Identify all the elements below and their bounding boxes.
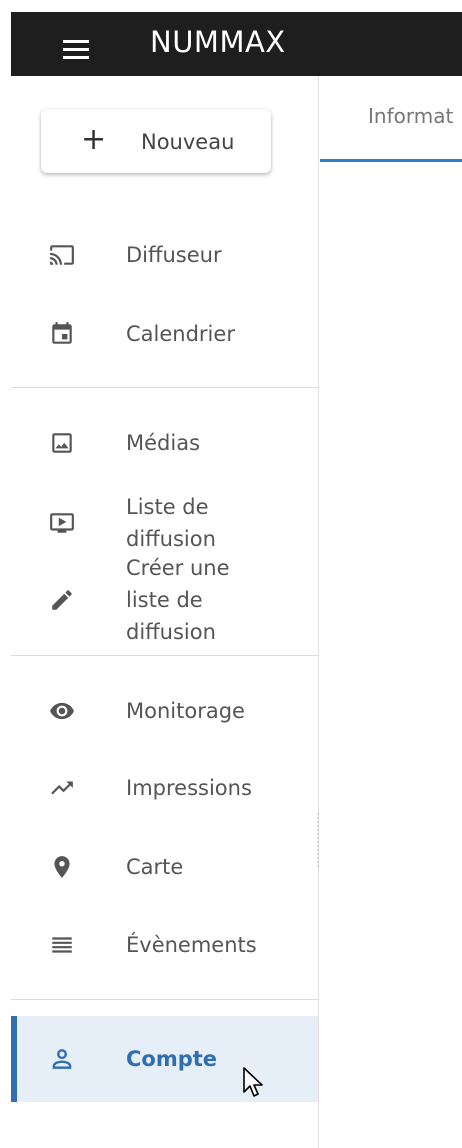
- image-icon: [49, 430, 75, 456]
- top-app-bar: NUMMAX: [11, 12, 462, 76]
- sidebar-item-calendrier[interactable]: Calendrier: [11, 304, 318, 364]
- eye-icon: [49, 698, 75, 724]
- sidebar-item-diffuseur[interactable]: Diffuseur: [11, 225, 318, 285]
- sidebar-item-label: Créer une liste de diffusion: [126, 556, 230, 644]
- sidebar-item-creer-liste[interactable]: Créer une liste de diffusion: [11, 550, 318, 650]
- active-indicator: [11, 1016, 17, 1102]
- sidebar-item-label: Compte: [126, 1047, 218, 1071]
- sidebar-item-label: Impressions: [126, 776, 252, 800]
- list-icon: [49, 932, 75, 958]
- new-button-label: Nouveau: [141, 130, 235, 154]
- trending-up-icon: [49, 775, 75, 801]
- resize-handle[interactable]: [316, 812, 320, 868]
- sidebar-item-evenements[interactable]: Évènements: [11, 915, 318, 975]
- sidebar-item-label: Carte: [126, 855, 184, 879]
- app-title: NUMMAX: [150, 25, 286, 59]
- sidebar-item-liste-de-diffusion[interactable]: Liste de diffusion: [11, 490, 318, 556]
- divider: [11, 655, 318, 656]
- sidebar-item-medias[interactable]: Médias: [11, 413, 318, 473]
- user-icon: [49, 1046, 75, 1072]
- sidebar-item-carte[interactable]: Carte: [11, 837, 318, 897]
- sidebar: + Nouveau Diffuseur Calendrier Médias Li…: [11, 76, 319, 1148]
- sidebar-item-monitorage[interactable]: Monitorage: [11, 681, 318, 741]
- tab-information[interactable]: Informat: [368, 104, 453, 128]
- tv-playlist-icon: [49, 510, 75, 536]
- divider: [11, 387, 318, 388]
- tab-bar: Informat: [320, 76, 462, 162]
- hamburger-menu-icon[interactable]: [63, 40, 91, 60]
- map-pin-icon: [49, 854, 75, 880]
- active-tab-indicator: [320, 159, 462, 162]
- plus-icon: +: [81, 122, 107, 157]
- sidebar-item-compte[interactable]: Compte: [11, 1016, 318, 1102]
- new-button[interactable]: + Nouveau: [41, 109, 271, 173]
- sidebar-item-label: Diffuseur: [126, 243, 222, 267]
- sidebar-item-impressions[interactable]: Impressions: [11, 758, 318, 818]
- mouse-cursor-icon: [242, 1066, 268, 1100]
- sidebar-item-label: Liste de diffusion: [126, 495, 216, 551]
- sidebar-item-label: Monitorage: [126, 699, 245, 723]
- sidebar-item-label: Médias: [126, 431, 201, 455]
- sidebar-item-label: Calendrier: [126, 322, 235, 346]
- divider: [11, 999, 318, 1000]
- cast-icon: [49, 242, 75, 268]
- sidebar-item-label: Évènements: [126, 933, 257, 957]
- calendar-icon: [49, 321, 75, 347]
- pencil-icon: [49, 587, 75, 613]
